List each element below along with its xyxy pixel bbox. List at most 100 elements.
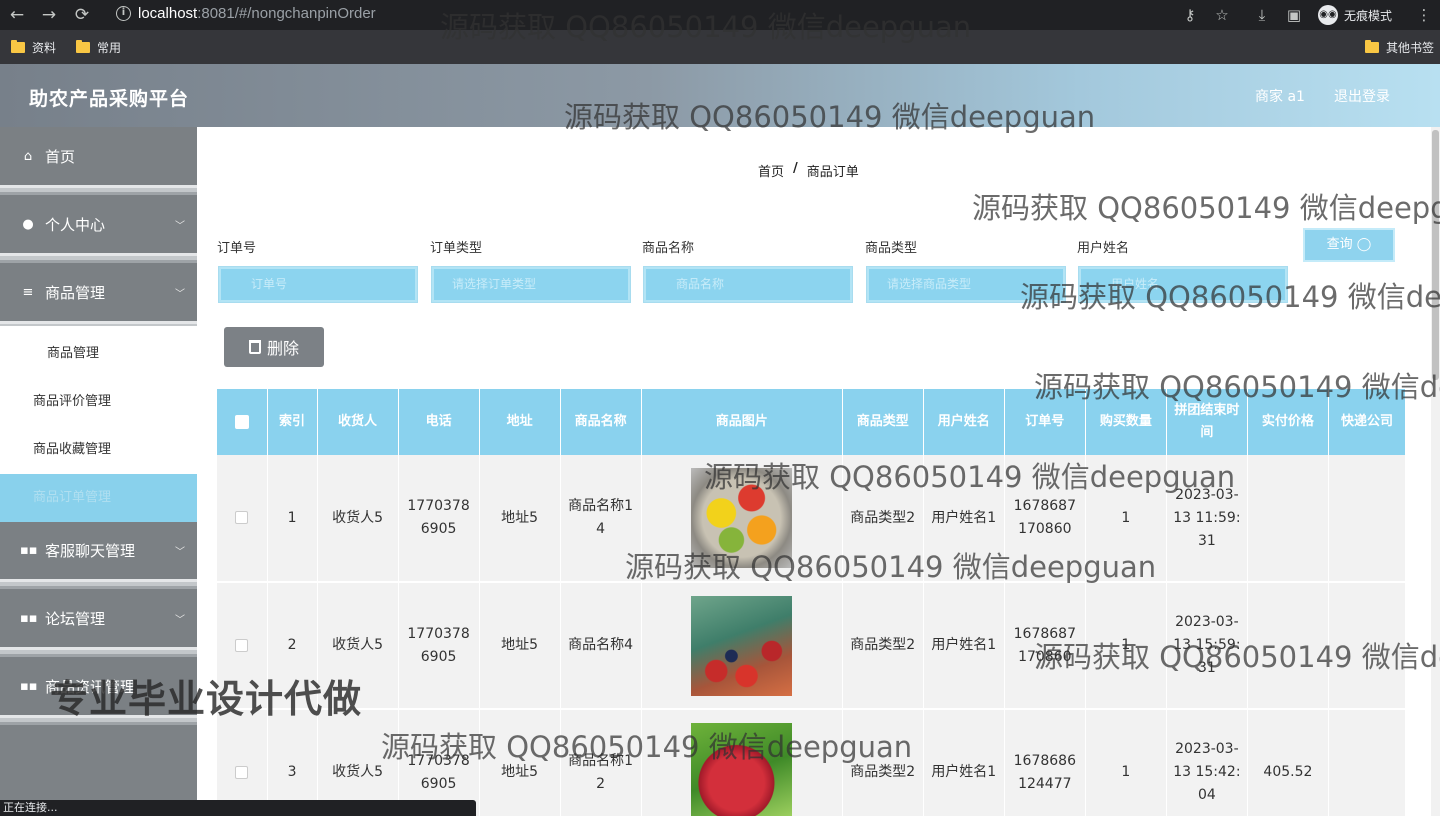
select-all-checkbox[interactable] bbox=[234, 414, 249, 429]
select-all-header[interactable] bbox=[217, 389, 268, 455]
breadcrumb-separator: / bbox=[793, 161, 798, 176]
reload-icon[interactable]: ⟳ bbox=[71, 4, 93, 26]
bookmark-folder-1[interactable]: 资料 bbox=[11, 39, 56, 56]
orders-table: 索引 收货人 电话 地址 商品名称 商品图片 商品类型 用户姓名 订单号 购买数… bbox=[217, 389, 1407, 816]
cell-price bbox=[1247, 582, 1329, 710]
sidebar-item-goods[interactable]: ≡ 商品管理 ﹀ bbox=[0, 263, 197, 321]
cell-courier bbox=[1328, 582, 1407, 710]
column-header: 快递公司 bbox=[1328, 389, 1407, 455]
back-arrow-icon[interactable]: ← bbox=[6, 4, 28, 26]
breadcrumb: 首页 / 商品订单 bbox=[758, 161, 859, 180]
breadcrumb-home[interactable]: 首页 bbox=[758, 161, 784, 180]
cell-phone: 17703786905 bbox=[398, 455, 480, 583]
column-header: 购买数量 bbox=[1085, 389, 1167, 455]
sidebar-item-profile[interactable]: ● 个人中心 ﹀ bbox=[0, 195, 197, 253]
user-name-input[interactable]: 用户姓名 bbox=[1078, 266, 1288, 303]
sidebar-item-chat[interactable]: ▪▪ 客服聊天管理 ﹀ bbox=[0, 521, 197, 579]
sidebar-item-home[interactable]: ⌂ 首页 bbox=[0, 127, 197, 185]
row-checkbox[interactable] bbox=[235, 511, 249, 524]
column-header: 商品名称 bbox=[560, 389, 642, 455]
column-header: 索引 bbox=[267, 389, 318, 455]
cell-product: 商品名称12 bbox=[560, 709, 642, 816]
folder-icon bbox=[11, 40, 25, 53]
sidebar-divider bbox=[0, 185, 197, 195]
row-checkbox[interactable] bbox=[235, 638, 249, 652]
delete-button[interactable]: 删除 bbox=[224, 327, 324, 367]
sidebar-item-label: 首页 bbox=[45, 147, 76, 166]
grid-icon: ▪▪ bbox=[20, 542, 38, 558]
forward-arrow-icon[interactable]: → bbox=[38, 4, 60, 26]
bookmark-label: 常用 bbox=[97, 41, 122, 55]
cell-qty: 1 bbox=[1085, 582, 1167, 710]
home-icon: ⌂ bbox=[23, 148, 33, 164]
search-button[interactable]: 查询 ◯ bbox=[1303, 228, 1395, 262]
submenu-item-orders[interactable]: 商品订单管理 bbox=[0, 474, 197, 522]
table-row[interactable]: 1 收货人5 17703786905 地址5 商品名称14 商品类型2 用户姓名… bbox=[217, 455, 1407, 583]
filter-label-order-no: 订单号 bbox=[217, 241, 257, 256]
table-header-row: 索引 收货人 电话 地址 商品名称 商品图片 商品类型 用户姓名 订单号 购买数… bbox=[217, 389, 1407, 455]
chevron-down-icon: ﹀ bbox=[175, 289, 185, 300]
other-bookmarks[interactable]: 其他书签 bbox=[1365, 39, 1434, 56]
cell-type: 商品类型2 bbox=[842, 582, 924, 710]
chevron-down-icon: ﹀ bbox=[175, 221, 185, 232]
row-select-cell[interactable] bbox=[217, 455, 268, 583]
cell-qty: 1 bbox=[1085, 709, 1167, 816]
cell-qty: 1 bbox=[1085, 455, 1167, 583]
product-type-select[interactable]: 请选择商品类型 bbox=[866, 266, 1066, 303]
bookmark-label: 其他书签 bbox=[1386, 41, 1435, 55]
product-image[interactable] bbox=[691, 722, 793, 816]
sidebar-item-label: 客服聊天管理 bbox=[45, 541, 136, 560]
column-header: 电话 bbox=[398, 389, 480, 455]
table-row[interactable]: 2 收货人5 17703786905 地址5 商品名称4 商品类型2 用户姓名1… bbox=[217, 582, 1407, 710]
delete-button-label: 删除 bbox=[266, 339, 299, 358]
sidebar-item-label: 论坛管理 bbox=[45, 609, 106, 628]
row-checkbox[interactable] bbox=[235, 765, 249, 779]
submenu-item-reviews[interactable]: 商品评价管理 bbox=[0, 378, 197, 426]
cell-product: 商品名称14 bbox=[560, 455, 642, 583]
download-icon[interactable]: ⤓ bbox=[1252, 5, 1272, 25]
cell-image bbox=[641, 709, 843, 816]
product-image[interactable] bbox=[691, 595, 793, 696]
grid-icon: ▪▪ bbox=[20, 678, 38, 694]
trash-icon bbox=[248, 340, 261, 354]
cell-user: 用户姓名1 bbox=[923, 582, 1005, 710]
logout-link[interactable]: 退出登录 bbox=[1334, 86, 1390, 106]
product-image[interactable] bbox=[691, 468, 793, 568]
submenu-item-favorites[interactable]: 商品收藏管理 bbox=[0, 426, 197, 474]
sidebar-item-label: 个人中心 bbox=[45, 215, 106, 234]
key-icon[interactable]: ⚷ bbox=[1180, 5, 1200, 25]
incognito-label: 无痕模式 bbox=[1344, 8, 1393, 23]
order-no-input[interactable]: 订单号 bbox=[218, 266, 418, 303]
folder-icon bbox=[1365, 40, 1379, 53]
column-header: 订单号 bbox=[1004, 389, 1086, 455]
filter-label-product-name: 商品名称 bbox=[642, 241, 695, 256]
sidebar-item-forum[interactable]: ▪▪ 论坛管理 ﹀ bbox=[0, 589, 197, 647]
chevron-down-icon: ﹀ bbox=[175, 615, 185, 626]
kebab-menu-icon[interactable]: ⋮ bbox=[1414, 5, 1434, 25]
cell-price: 405.52 bbox=[1247, 709, 1329, 816]
column-header: 拼团结束时间 bbox=[1166, 389, 1248, 455]
browser-status-bar: 正在连接... bbox=[0, 800, 476, 816]
cell-order-no: 1678687170860 bbox=[1004, 582, 1086, 710]
submenu-item-goods[interactable]: 商品管理 bbox=[0, 330, 197, 378]
star-icon[interactable]: ☆ bbox=[1212, 5, 1232, 25]
column-header: 实付价格 bbox=[1247, 389, 1329, 455]
product-name-input[interactable]: 商品名称 bbox=[643, 266, 853, 303]
menu-icon: ≡ bbox=[22, 284, 34, 300]
cell-image bbox=[641, 582, 843, 710]
sidepanel-icon[interactable]: ▣ bbox=[1284, 5, 1304, 25]
cell-phone: 17703786905 bbox=[398, 582, 480, 710]
column-header: 商品图片 bbox=[641, 389, 843, 455]
cell-end-time: 2023-03-13 11:59:31 bbox=[1166, 455, 1248, 583]
bookmark-folder-2[interactable]: 常用 bbox=[76, 39, 121, 56]
current-user: 商家 a1 bbox=[1255, 89, 1305, 105]
scrollbar-thumb[interactable] bbox=[1432, 130, 1439, 380]
order-type-select[interactable]: 请选择订单类型 bbox=[431, 266, 631, 303]
cell-receiver: 收货人5 bbox=[317, 455, 399, 583]
address-bar[interactable]: localhost:8081/#/nongchanpinOrder bbox=[138, 5, 376, 22]
column-header: 地址 bbox=[479, 389, 561, 455]
site-info-icon[interactable]: i bbox=[116, 6, 131, 21]
incognito-badge[interactable]: ◉◉ 无痕模式 bbox=[1312, 3, 1398, 27]
sidebar-divider bbox=[0, 253, 197, 263]
url-host: localhost bbox=[138, 5, 198, 22]
